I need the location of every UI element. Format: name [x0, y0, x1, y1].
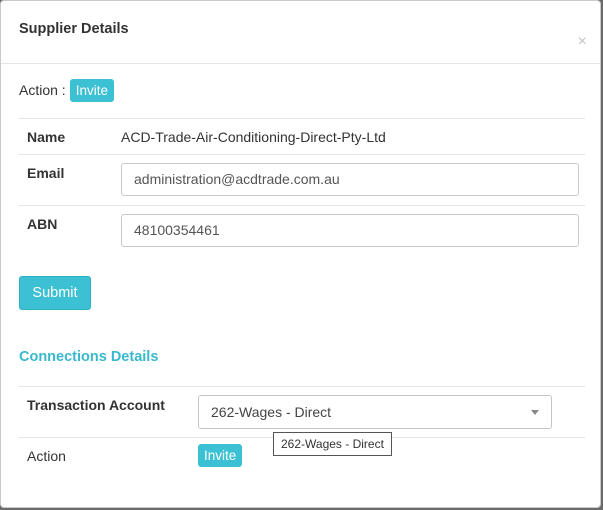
- invite-button[interactable]: Invite: [69, 78, 114, 102]
- transaction-account-label: Transaction Account: [27, 397, 165, 413]
- transaction-account-select[interactable]: 262-Wages - Direct: [198, 395, 552, 429]
- action-row: Action : Invite: [19, 78, 114, 102]
- supplier-details-dialog: Supplier Details × Action : Invite Name …: [0, 0, 601, 508]
- tooltip: 262-Wages - Direct: [273, 432, 392, 456]
- connection-action-label: Action: [27, 448, 66, 464]
- divider: [19, 205, 585, 206]
- chevron-down-icon: [531, 410, 539, 415]
- name-label: Name: [27, 129, 66, 145]
- dialog-header: Supplier Details ×: [1, 1, 600, 64]
- name-value: ACD-Trade-Air-Conditioning-Direct-Pty-Lt…: [121, 129, 386, 145]
- action-label: Action :: [19, 82, 66, 98]
- submit-button[interactable]: Submit: [19, 276, 91, 310]
- divider: [19, 118, 585, 119]
- close-icon[interactable]: ×: [578, 34, 587, 50]
- email-label: Email: [27, 165, 65, 181]
- dialog-title: Supplier Details: [19, 21, 129, 37]
- divider: [19, 154, 585, 155]
- connection-invite-button[interactable]: Invite: [198, 444, 243, 467]
- divider: [19, 386, 585, 387]
- abn-label: ABN: [27, 216, 58, 232]
- abn-field[interactable]: 48100354461: [121, 214, 579, 247]
- transaction-account-value: 262-Wages - Direct: [211, 404, 332, 420]
- email-field[interactable]: administration@acdtrade.com.au: [121, 163, 579, 196]
- connections-details-title: Connections Details: [19, 349, 159, 365]
